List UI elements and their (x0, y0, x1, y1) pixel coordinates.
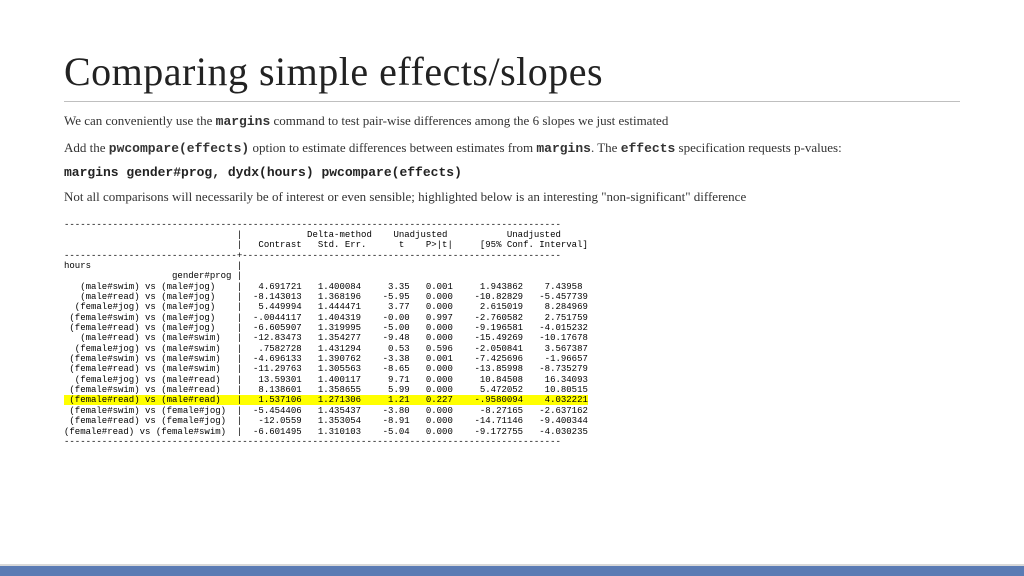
paragraph-1: We can conveniently use the margins comm… (64, 112, 960, 131)
title-rule (64, 101, 960, 102)
p1-a: We can conveniently use the (64, 113, 216, 128)
p2-d: specification requests p-values: (675, 140, 841, 155)
output-bottom: (female#swim) vs (female#jog) | -5.45440… (64, 406, 588, 447)
p1-b: command to test pair-wise differences am… (270, 113, 668, 128)
command-line: margins gender#prog, dydx(hours) pwcompa… (64, 165, 960, 180)
output-highlight-row: (female#read) vs (male#read) | 1.537106 … (64, 395, 588, 405)
footer-bar (0, 564, 1024, 576)
p2-c: . The (591, 140, 621, 155)
p2-code1: pwcompare(effects) (109, 141, 249, 156)
slide: Comparing simple effects/slopes We can c… (0, 0, 1024, 576)
p2-code2: margins (536, 141, 591, 156)
output-top: ----------------------------------------… (64, 220, 588, 396)
page-title: Comparing simple effects/slopes (64, 48, 960, 95)
p2-a: Add the (64, 140, 109, 155)
paragraph-3: Not all comparisons will necessarily be … (64, 188, 960, 206)
p2-b: option to estimate differences between e… (249, 140, 536, 155)
p2-code3: effects (621, 141, 676, 156)
p1-code: margins (216, 114, 271, 129)
stata-output: ----------------------------------------… (64, 220, 960, 448)
paragraph-2: Add the pwcompare(effects) option to est… (64, 139, 960, 158)
